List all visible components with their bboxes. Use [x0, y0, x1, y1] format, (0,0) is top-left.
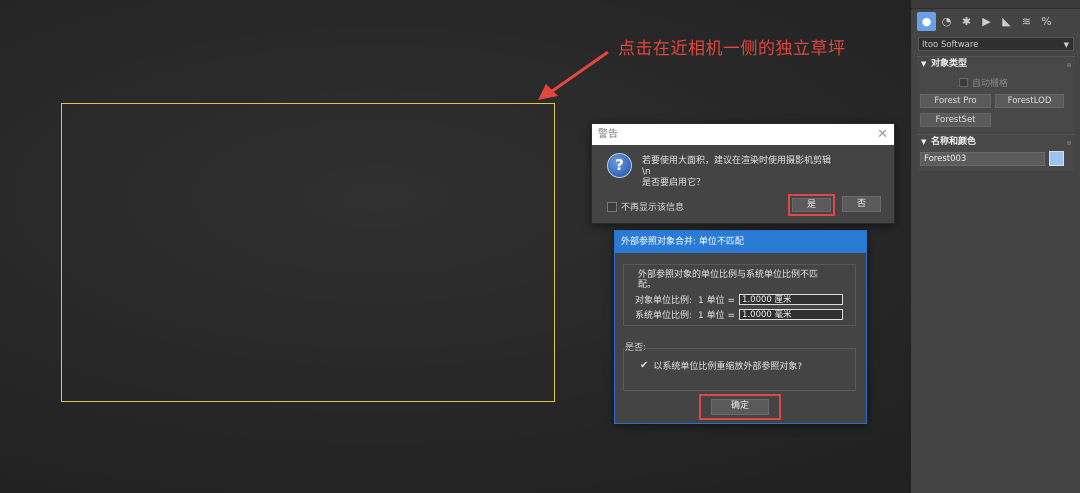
dont-show-again-checkbox[interactable]: 不再显示该信息: [607, 200, 684, 213]
shapes-icon[interactable]: ◔: [937, 12, 956, 31]
units-description: 外部参照对象的单位比例与系统单位比例不匹配。: [638, 270, 819, 290]
system-scale-label: 系统单位比例:: [635, 311, 693, 321]
object-color-swatch[interactable]: [1049, 151, 1064, 166]
rescale-checkbox[interactable]: ✔ 以系统单位比例重缩放外部参照对象?: [640, 359, 802, 372]
rollout-handle-icon: [1067, 63, 1071, 67]
ok-button-highlight: 确定: [699, 394, 781, 420]
systems-icon[interactable]: %: [1037, 12, 1056, 31]
spacewarps-icon[interactable]: ≋: [1017, 12, 1036, 31]
checkbox-box[interactable]: [607, 201, 617, 212]
question-icon: ?: [607, 153, 632, 178]
warning-message-line2: \n: [642, 167, 651, 177]
chevron-down-icon: ▼: [1063, 41, 1069, 49]
autogrid-box[interactable]: [959, 78, 968, 87]
no-button[interactable]: 否: [842, 196, 881, 212]
name-color-title: 名称和颜色: [931, 137, 977, 147]
helpers-icon[interactable]: ◣: [997, 12, 1016, 31]
warning-message-line1: 若要使用大面积，建议在渲染时使用摄影机剪辑: [642, 156, 832, 166]
cameras-icon[interactable]: ▶: [977, 12, 996, 31]
annotation-text: 点击在近相机一侧的独立草坪: [618, 39, 846, 59]
system-scale-unit: 1 单位 =: [698, 311, 736, 321]
warning-dialog: 警告 ✕ ? 若要使用大面积，建议在渲染时使用摄影机剪辑 \n 是否要启用它？ …: [591, 123, 895, 224]
system-scale-field: 1.0000 毫米: [739, 309, 844, 320]
system-scale-row: 系统单位比例: 1 单位 = 1.0000 毫米: [635, 308, 844, 321]
annotation-arrow: [538, 50, 609, 100]
forest-lod-button[interactable]: ForestLOD: [995, 94, 1064, 108]
safe-frame: [61, 103, 555, 402]
object-name-field[interactable]: Forest003: [920, 152, 1045, 166]
panel-top-strip: [911, 0, 1080, 9]
rollout-handle-icon: [1067, 141, 1071, 145]
collapse-arrow-icon: ▼: [921, 138, 927, 146]
yes-button[interactable]: 是: [792, 198, 831, 212]
warning-message-line3: 是否要启用它？: [642, 178, 706, 188]
autogrid-checkbox[interactable]: 自动栅格: [959, 76, 1008, 89]
forest-pro-button[interactable]: Forest Pro: [920, 94, 991, 108]
collapse-arrow-icon: ▼: [921, 60, 927, 68]
geometry-icon[interactable]: ●: [917, 12, 936, 31]
yes-button-highlight: 是: [788, 194, 835, 216]
xref-units-dialog: 外部参照对象合并: 单位不匹配 外部参照对象的单位比例与系统单位比例不匹配。 对…: [614, 230, 867, 424]
xref-dialog-title[interactable]: 外部参照对象合并: 单位不匹配: [615, 231, 866, 253]
object-scale-label: 对象单位比例:: [635, 296, 693, 306]
object-scale-unit: 1 单位 =: [698, 296, 736, 306]
name-color-header[interactable]: ▼ 名称和颜色: [917, 135, 1075, 150]
units-group: 外部参照对象的单位比例与系统单位比例不匹配。 对象单位比例: 1 单位 = 1.…: [623, 264, 856, 326]
object-type-header[interactable]: ▼ 对象类型: [917, 57, 1075, 72]
object-type-title: 对象类型: [931, 59, 968, 69]
close-icon[interactable]: ✕: [877, 124, 888, 145]
object-scale-field: 1.0000 厘米: [739, 294, 844, 305]
object-scale-row: 对象单位比例: 1 单位 = 1.0000 厘米: [635, 293, 844, 306]
warning-message: 若要使用大面积，建议在渲染时使用摄影机剪辑 \n 是否要启用它？: [642, 156, 831, 189]
lights-icon[interactable]: ✱: [957, 12, 976, 31]
command-panel: ● ◔ ✱ ▶ ◣ ≋% Itoo Software ▼ ▼ 对象类型 自动栅格 Fore…: [910, 0, 1080, 493]
category-dropdown[interactable]: Itoo Software ▼: [918, 37, 1074, 51]
category-dropdown-value: Itoo Software: [922, 40, 979, 50]
rescale-label: 以系统单位比例重缩放外部参照对象?: [653, 362, 803, 372]
autogrid-label: 自动栅格: [972, 79, 1009, 89]
warning-title: 警告: [598, 129, 618, 140]
ok-button[interactable]: 确定: [711, 399, 769, 415]
warning-titlebar[interactable]: 警告 ✕: [592, 124, 894, 145]
forest-set-button[interactable]: ForestSet: [920, 113, 991, 127]
rescale-group: ✔ 以系统单位比例重缩放外部参照对象?: [623, 348, 856, 391]
checkmark-icon[interactable]: ✔: [640, 360, 648, 371]
dont-show-again-label: 不再显示该信息: [621, 203, 685, 213]
create-category-tabs: ● ◔ ✱ ▶ ◣ ≋%: [917, 12, 1056, 31]
